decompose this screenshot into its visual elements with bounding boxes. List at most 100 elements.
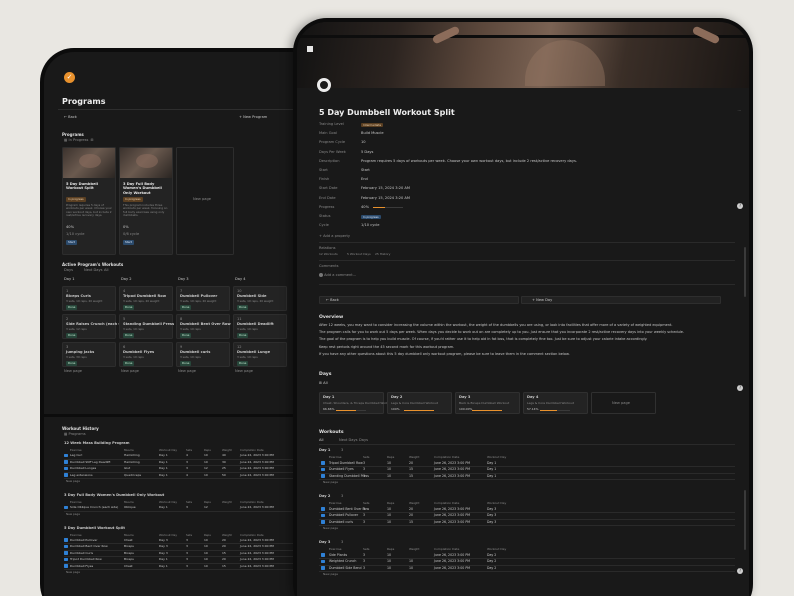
program-card[interactable]: 5 Day Dumbbell Workout Split In progress P… xyxy=(62,147,116,255)
day-card[interactable]: Day 1 Chest, Shoulders, & Triceps Dumbbel… xyxy=(319,392,393,414)
scrollbar[interactable] xyxy=(744,490,746,550)
day-card[interactable]: Day 4 Legs & Core Dumbbell Workout 57.14% xyxy=(523,392,588,414)
workout-card[interactable]: 9 Dumbbell curls 3 sets, 10 reps Done xyxy=(176,342,230,367)
days-tab-all[interactable]: ⊞ All xyxy=(319,381,328,386)
history-column-header: Sets xyxy=(186,500,193,504)
workout-card[interactable]: 1 Biceps Curls 3 sets, 10 reps, 20 weight D… xyxy=(62,286,116,311)
history-column-header: Reps xyxy=(204,532,211,537)
history-view-tab[interactable]: ▦ Programs xyxy=(64,432,86,437)
relation-link[interactable]: 12 Workouts xyxy=(319,253,338,256)
row-checkbox[interactable] xyxy=(64,544,68,549)
column-header: Completion Date xyxy=(434,501,460,505)
row-checkbox[interactable] xyxy=(321,566,325,570)
history-cell: Leg Curl xyxy=(70,453,83,457)
row-checkbox[interactable] xyxy=(321,520,325,524)
workout-tab[interactable]: Next Days xyxy=(339,438,357,443)
help-icon[interactable]: ? xyxy=(737,568,743,574)
back-button[interactable]: ← Back xyxy=(319,296,519,304)
row-checkbox[interactable] xyxy=(321,507,325,511)
help-icon[interactable]: ? xyxy=(737,385,743,391)
workout-sets: 3 sets, 10 reps, 20 weight xyxy=(123,299,160,303)
workout-card[interactable]: 5 Standing Dumbbell Press 3 sets, 10 reps D… xyxy=(119,314,174,339)
workout-card[interactable]: 4 Tripod Dumbbell Row 3 sets, 10 reps, 20 … xyxy=(119,286,173,311)
property-value: February 15, 2024 3:20 AM xyxy=(361,186,410,191)
new-day-card[interactable]: New page xyxy=(591,392,656,414)
new-row-button[interactable]: New page xyxy=(66,512,80,516)
new-row-button[interactable]: New page xyxy=(66,571,80,574)
new-row-button[interactable]: New page xyxy=(323,527,338,530)
row-checkbox[interactable] xyxy=(64,551,68,555)
relation-link[interactable]: 5 Workout Days xyxy=(347,253,371,256)
history-cell: Day 3 xyxy=(159,537,168,542)
done-tag: Done xyxy=(180,333,192,338)
history-cell: 12 xyxy=(204,466,208,470)
history-cell: 40 xyxy=(222,453,226,457)
workout-card[interactable]: 2 Side Raises Crunch (each side) 3 sets, 1… xyxy=(62,314,128,339)
row-checkbox[interactable] xyxy=(321,461,325,465)
workout-card[interactable]: 8 Dumbbell Bent Over Row 3 sets, 10 reps Do… xyxy=(176,314,231,339)
workout-card[interactable]: 3 Jumping Jacks 3 sets, 30 reps Done xyxy=(62,342,116,367)
row-checkbox[interactable] xyxy=(321,559,325,564)
new-program-button[interactable]: + New Program xyxy=(239,115,267,120)
row-cell: Day 3 xyxy=(487,513,497,517)
row-checkbox[interactable] xyxy=(64,460,68,464)
day-card[interactable]: Day 3 Back & Biceps Dumbbell Workout 100.0… xyxy=(455,392,520,414)
history-group-title[interactable]: 3 Day Full Body Women's Dumbbell Only Wo… xyxy=(64,493,164,498)
row-checkbox[interactable] xyxy=(321,467,325,472)
active-tab[interactable]: All xyxy=(104,268,108,273)
group-header[interactable]: Day 1 xyxy=(319,448,330,453)
new-workout-button[interactable]: New page xyxy=(235,369,253,374)
programs-section-title: Programs xyxy=(62,132,84,137)
row-checkbox[interactable] xyxy=(321,513,325,518)
overview-paragraph: The program calls for you to work out 5 … xyxy=(319,330,685,335)
new-workout-button[interactable]: New page xyxy=(178,369,196,374)
history-cell: 15 xyxy=(222,563,226,568)
add-property-button[interactable]: + Add a property xyxy=(319,234,350,239)
new-card[interactable]: New page xyxy=(176,147,234,255)
workout-card[interactable]: 6 Dumbbell Flyes 3 sets, 10 reps Done xyxy=(119,342,173,367)
row-checkbox[interactable] xyxy=(64,564,68,568)
workout-card[interactable]: 7 Dumbbell Pullover 3 sets, 10 reps, 20 we… xyxy=(176,286,230,311)
new-day-button[interactable]: + New Day xyxy=(521,296,721,304)
program-card[interactable]: 3 Day Full Body Women's Dumbbell Only Wo… xyxy=(119,147,173,255)
programs-view-tab[interactable]: ▦ In Progress ⊞ xyxy=(64,138,94,143)
history-cell: June 22, 2023 3:00 PM xyxy=(240,505,274,509)
row-checkbox[interactable] xyxy=(64,505,68,510)
new-workout-button[interactable]: New page xyxy=(121,369,139,374)
active-tab[interactable]: Days xyxy=(64,268,73,273)
workout-tab[interactable]: Days xyxy=(359,438,368,443)
row-checkbox[interactable] xyxy=(64,453,68,458)
workout-card[interactable]: 10 Dumbbell Side 3 sets, 10 reps, 20 weigh… xyxy=(233,286,287,311)
done-tag: Done xyxy=(123,361,135,366)
group-header[interactable]: Day 2 xyxy=(319,494,330,499)
new-row-button[interactable]: New page xyxy=(66,480,80,483)
group-header[interactable]: Day 3 xyxy=(319,540,330,545)
add-comment-input[interactable]: Add a comment... xyxy=(319,273,356,278)
new-row-button[interactable]: New page xyxy=(323,481,338,484)
workout-tab[interactable]: All xyxy=(319,438,323,443)
row-checkbox[interactable] xyxy=(64,538,68,542)
history-cell: Biceps xyxy=(124,557,134,561)
done-tag: Done xyxy=(66,361,78,366)
row-checkbox[interactable] xyxy=(321,553,325,557)
property-value[interactable]: Start xyxy=(361,168,370,173)
more-icon[interactable]: ⋯ xyxy=(737,109,741,114)
workout-card[interactable]: 11 Dumbbell Deadlift 3 sets, 10 reps Done xyxy=(233,314,287,339)
scrollbar[interactable] xyxy=(744,247,746,297)
new-row-button[interactable]: New page xyxy=(323,573,338,576)
history-group-title[interactable]: 5 Day Dumbbell Workout Split xyxy=(64,526,125,531)
back-button[interactable]: ← Back xyxy=(64,115,77,120)
row-checkbox[interactable] xyxy=(321,474,325,478)
property-value[interactable]: End xyxy=(361,178,368,182)
help-icon[interactable]: ? xyxy=(737,203,743,209)
workout-card[interactable]: 12 Dumbbell Lunge 3 sets, 10 reps Done xyxy=(233,342,287,367)
row-checkbox[interactable] xyxy=(64,557,68,562)
row-checkbox[interactable] xyxy=(64,466,68,471)
relation-link[interactable]: 25 History xyxy=(375,253,390,256)
new-workout-button[interactable]: New page xyxy=(64,369,82,374)
column-header: Weight xyxy=(409,501,420,505)
day-card[interactable]: Day 2 Legs & Core Dumbbell Workout 100% xyxy=(387,392,452,414)
active-tab[interactable]: Next Days xyxy=(84,268,102,273)
history-group-title[interactable]: 12 Week Mass Building Program xyxy=(64,441,129,446)
row-checkbox[interactable] xyxy=(64,473,68,477)
